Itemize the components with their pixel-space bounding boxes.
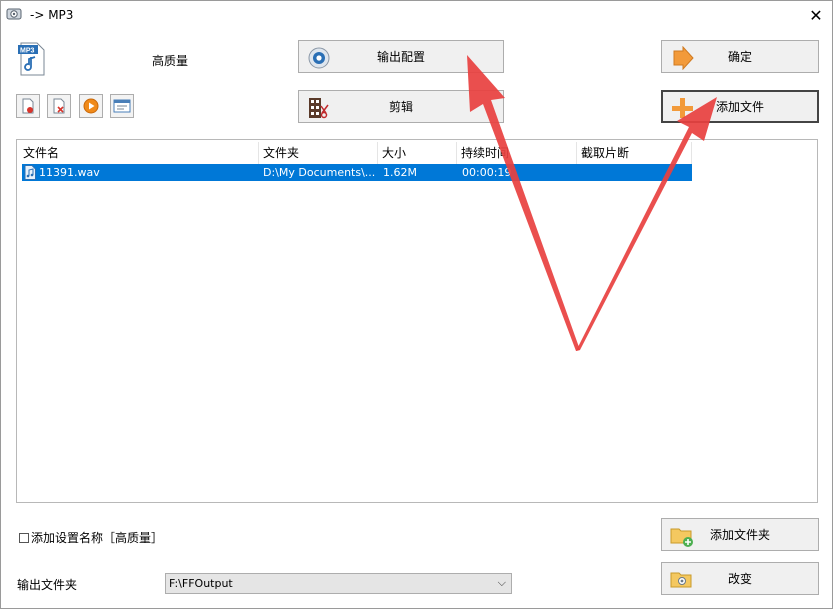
file-list-header: 文件名 文件夹 大小 持续时间 截取片断 [19, 142, 815, 164]
change-button[interactable]: 改变 [661, 562, 819, 595]
edit-label: 剪辑 [388, 100, 413, 114]
play-icon [83, 98, 99, 114]
ok-button[interactable]: 确定 [661, 40, 819, 73]
column-header-clip[interactable]: 截取片断 [577, 142, 692, 164]
film-scissors-icon [309, 98, 329, 119]
folder-add-icon [670, 528, 693, 547]
plus-icon [672, 98, 693, 118]
app-icon [6, 8, 22, 20]
change-label: 改变 [727, 572, 752, 586]
title-bar: -> MP3 ✕ [0, 0, 833, 30]
output-config-label: 输出配置 [376, 50, 425, 64]
file-list[interactable]: 文件名 文件夹 大小 持续时间 截取片断 11391.wav D:\My Doc… [16, 139, 818, 503]
column-header-duration[interactable]: 持续时间 [457, 142, 577, 164]
column-header-size[interactable]: 大小 [378, 142, 457, 164]
play-button[interactable] [79, 94, 103, 118]
output-folder-label: 输出文件夹 [17, 578, 78, 592]
quality-label: 高质量 [152, 54, 189, 68]
cell-clip [582, 164, 692, 181]
media-info-icon [113, 99, 131, 113]
add-file-label: 添加文件 [715, 100, 764, 114]
add-folder-label: 添加文件夹 [709, 528, 770, 542]
folder-open-icon [670, 572, 692, 588]
window-title: -> MP3 [30, 8, 74, 22]
add-setting-name-option[interactable]: 添加设置名称［高质量］ [19, 529, 163, 546]
arrow-right-icon [673, 46, 694, 70]
media-info-button[interactable] [110, 94, 134, 118]
cell-size: 1.62M [383, 166, 417, 179]
clear-list-button[interactable] [47, 94, 71, 118]
edit-button[interactable]: 剪辑 [298, 90, 504, 123]
svg-text:MP3: MP3 [20, 48, 35, 55]
clear-list-icon [53, 98, 65, 114]
column-header-folder[interactable]: 文件夹 [259, 142, 378, 164]
cell-folder: D:\My Documents\... [263, 166, 375, 179]
cell-duration: 00:00:19 [462, 166, 512, 179]
close-button[interactable]: ✕ [799, 0, 833, 30]
add-setting-name-label: 添加设置名称［高质量］ [31, 531, 164, 545]
add-file-button[interactable]: 添加文件 [661, 90, 819, 123]
add-setting-name-checkbox[interactable] [19, 532, 29, 543]
add-folder-button[interactable]: 添加文件夹 [661, 518, 819, 551]
output-folder-value: F:\FFOutput [169, 577, 233, 590]
chevron-down-icon[interactable]: ⌵ [498, 576, 506, 590]
audio-file-icon [24, 165, 36, 180]
column-header-filename[interactable]: 文件名 [19, 142, 259, 164]
remove-file-icon [22, 98, 34, 114]
gear-icon [308, 47, 330, 69]
output-folder-select[interactable]: F:\FFOutput ⌵ [165, 573, 512, 594]
close-icon: ✕ [809, 5, 823, 25]
output-config-button[interactable]: 输出配置 [298, 40, 504, 73]
remove-file-button[interactable] [16, 94, 40, 118]
ok-label: 确定 [727, 50, 752, 64]
cell-filename: 11391.wav [39, 166, 100, 179]
mp3-file-icon: MP3 [18, 42, 45, 76]
table-row[interactable]: 11391.wav D:\My Documents\... 1.62M 00:0… [22, 164, 692, 181]
